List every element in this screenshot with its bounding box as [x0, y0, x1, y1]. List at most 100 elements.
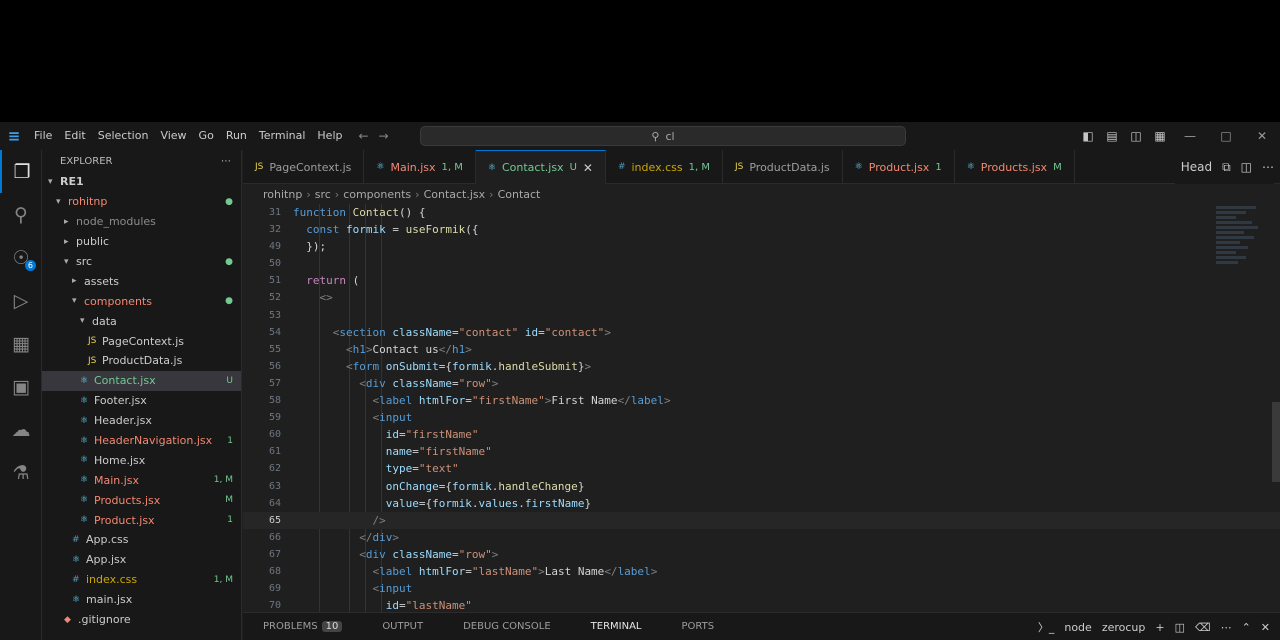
- search-view-icon[interactable]: ⚲: [0, 193, 42, 236]
- more-actions-icon[interactable]: ⋯: [221, 156, 231, 167]
- run-debug-icon[interactable]: ▷: [0, 279, 42, 322]
- panel-tab-ports[interactable]: PORTS: [662, 613, 735, 640]
- remote-explorer-icon[interactable]: ▣: [0, 365, 42, 408]
- file-products-jsx[interactable]: ⚛ Products.jsx M: [42, 490, 241, 510]
- git-status-badge: 1: [227, 515, 233, 526]
- folder-data[interactable]: ▾ data: [42, 311, 241, 331]
- tree-item-label: PageContext.js: [102, 334, 185, 348]
- file--gitignore[interactable]: ◆ .gitignore: [42, 610, 241, 630]
- folder-rohitnp[interactable]: ▾ rohitnp ●: [42, 192, 241, 212]
- folder-assets[interactable]: ▸ assets: [42, 271, 241, 291]
- file-home-jsx[interactable]: ⚛ Home.jsx: [42, 450, 241, 470]
- panel-tab-problems[interactable]: PROBLEMS 10: [243, 613, 362, 640]
- react-file-icon: ⚛: [72, 554, 81, 565]
- file-productdata-js[interactable]: JS ProductData.js: [42, 351, 241, 371]
- file-main-jsx[interactable]: ⚛ Main.jsx 1, M: [42, 470, 241, 490]
- customize-layout-icon[interactable]: ▦: [1148, 129, 1172, 143]
- source-control-icon[interactable]: ☉ 6: [0, 236, 42, 279]
- minimap[interactable]: [1216, 204, 1266, 304]
- breadcrumb: rohitnp › src › components › Contact.jsx › Conta…: [243, 184, 1280, 204]
- tab-product-jsx[interactable]: ⚛ Product.jsx 1: [843, 150, 955, 184]
- tab-productdata-js[interactable]: JS ProductData.js: [723, 150, 843, 184]
- line-number: 63: [268, 480, 281, 492]
- breadcrumb-item[interactable]: Contact: [498, 188, 541, 201]
- extensions-icon[interactable]: ▦: [0, 322, 42, 365]
- trash-icon[interactable]: ⌫: [1195, 621, 1211, 634]
- file-pagecontext-js[interactable]: JS PageContext.js: [42, 331, 241, 351]
- close-tab-icon[interactable]: ✕: [583, 161, 593, 175]
- panel-tab-terminal[interactable]: TERMINAL: [570, 613, 662, 640]
- folder-public[interactable]: ▸ public: [42, 232, 241, 252]
- tab-main-jsx[interactable]: ⚛ Main.jsx 1, M: [364, 150, 476, 184]
- tab-overflow-label[interactable]: Head: [1181, 160, 1212, 174]
- file-app-jsx[interactable]: ⚛ App.jsx: [42, 550, 241, 570]
- minimize-icon[interactable]: —: [1172, 129, 1208, 143]
- maximize-icon[interactable]: □: [1208, 129, 1244, 143]
- chevron-right-icon: ›: [334, 187, 340, 201]
- terminal-profile-label[interactable]: node: [1064, 621, 1091, 634]
- breadcrumb-item[interactable]: rohitnp: [263, 188, 302, 201]
- new-terminal-icon[interactable]: +: [1155, 621, 1164, 634]
- more-editor-actions-icon[interactable]: ⋯: [1262, 160, 1274, 174]
- command-center[interactable]: ⚲ cl: [420, 126, 906, 146]
- search-icon: ⚲: [651, 129, 660, 143]
- menu-run[interactable]: Run: [220, 122, 253, 150]
- terminal-second-label[interactable]: zerocup: [1102, 621, 1146, 634]
- file-headernavigation-jsx[interactable]: ⚛ HeaderNavigation.jsx 1: [42, 431, 241, 451]
- forward-arrow-icon[interactable]: →: [379, 129, 389, 143]
- tab-pagecontext-js[interactable]: JS PageContext.js: [243, 150, 365, 184]
- tab-contact-jsx[interactable]: ⚛ Contact.jsx U ✕: [475, 150, 606, 184]
- code-text: <div className="row">: [359, 376, 499, 390]
- react-file-icon: ⚛: [80, 515, 89, 526]
- breadcrumb-item[interactable]: Contact.jsx: [424, 188, 486, 201]
- split-editor-icon[interactable]: ◫: [1241, 160, 1252, 174]
- folder-components[interactable]: ▾ components ●: [42, 291, 241, 311]
- code-line: 57 <div className="row">: [243, 375, 1280, 392]
- file-index-css[interactable]: # index.css 1, M: [42, 570, 241, 590]
- panel-tab-output[interactable]: OUTPUT: [362, 613, 443, 640]
- toggle-panel-icon[interactable]: ▤: [1100, 129, 1124, 143]
- code-text: id="firstName": [385, 428, 479, 442]
- chevron-right-icon: ›: [489, 187, 494, 201]
- close-window-icon[interactable]: ✕: [1244, 129, 1280, 143]
- folder-src[interactable]: ▾ src ●: [42, 252, 241, 272]
- menu-terminal[interactable]: Terminal: [253, 122, 312, 150]
- menu-file[interactable]: File: [28, 122, 58, 150]
- maximize-panel-icon[interactable]: ⌃: [1242, 621, 1251, 634]
- file-contact-jsx[interactable]: ⚛ Contact.jsx U: [42, 370, 241, 391]
- folder-node-modules[interactable]: ▸ node_modules: [42, 212, 241, 232]
- explorer-icon[interactable]: ❐: [0, 150, 42, 193]
- docker-icon[interactable]: ☁: [0, 408, 42, 451]
- back-arrow-icon[interactable]: ←: [358, 129, 368, 143]
- menu-edit[interactable]: Edit: [58, 122, 91, 150]
- split-terminal-icon[interactable]: ◫: [1175, 621, 1185, 634]
- menu-selection[interactable]: Selection: [92, 122, 155, 150]
- toggle-sidebar-icon[interactable]: ◧: [1076, 129, 1100, 143]
- compare-changes-icon[interactable]: ⧉: [1222, 160, 1231, 175]
- tab-status: 1, M: [441, 161, 463, 173]
- file-product-jsx[interactable]: ⚛ Product.jsx 1: [42, 510, 241, 530]
- chevron-right-icon: ▸: [64, 216, 69, 227]
- breadcrumb-item[interactable]: components: [343, 188, 411, 201]
- menu-go[interactable]: Go: [193, 122, 220, 150]
- code-text: const formik = useFormik({: [306, 223, 479, 237]
- more-terminal-actions-icon[interactable]: ⋯: [1221, 621, 1232, 634]
- breadcrumb-item[interactable]: src: [315, 188, 331, 201]
- close-panel-icon[interactable]: ✕: [1261, 621, 1270, 634]
- vertical-scrollbar[interactable]: [1272, 402, 1280, 482]
- code-line: 67 <div className="row">: [243, 546, 1280, 563]
- code-editor[interactable]: 31 function Contact() {32 const formik = …: [243, 204, 1280, 612]
- line-number: 58: [268, 395, 281, 407]
- workspace-root[interactable]: ▾ RE1: [42, 172, 241, 192]
- file-footer-jsx[interactable]: ⚛ Footer.jsx: [42, 391, 241, 411]
- panel-tab-debug-console[interactable]: DEBUG CONSOLE: [443, 613, 571, 640]
- file-app-css[interactable]: # App.css: [42, 530, 241, 550]
- tab-index-css[interactable]: # index.css 1, M: [606, 150, 723, 184]
- file-header-jsx[interactable]: ⚛ Header.jsx: [42, 411, 241, 431]
- menu-help[interactable]: Help: [311, 122, 348, 150]
- testing-icon[interactable]: ⚗: [0, 451, 42, 494]
- menu-view[interactable]: View: [154, 122, 192, 150]
- toggle-secondary-sidebar-icon[interactable]: ◫: [1124, 129, 1148, 143]
- tab-products-jsx[interactable]: ⚛ Products.jsx M: [955, 150, 1075, 184]
- file-main-jsx[interactable]: ⚛ main.jsx: [42, 590, 241, 610]
